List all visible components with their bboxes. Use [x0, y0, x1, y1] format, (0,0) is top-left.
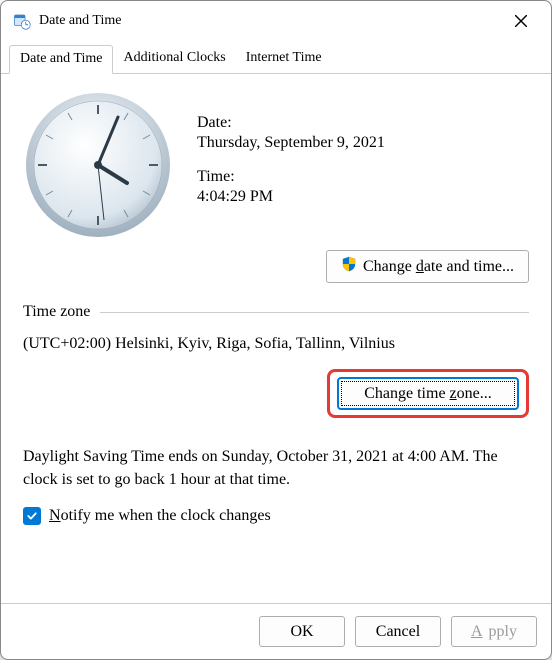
close-button[interactable] — [499, 6, 543, 36]
datetime-app-icon — [13, 12, 31, 30]
date-value: Thursday, September 9, 2021 — [197, 134, 529, 152]
date-label: Date: — [197, 114, 529, 132]
dialog-footer: OK Cancel Apply — [1, 603, 551, 659]
analog-clock — [23, 90, 173, 240]
change-timezone-button[interactable]: Change time zone... — [338, 378, 518, 409]
dst-message: Daylight Saving Time ends on Sunday, Oct… — [23, 446, 529, 491]
shield-icon — [341, 256, 357, 277]
tab-date-and-time[interactable]: Date and Time — [9, 45, 113, 74]
annotation-highlight: Change time zone... — [327, 369, 529, 418]
cancel-button[interactable]: Cancel — [355, 616, 441, 647]
date-and-time-dialog: Date and Time Date and Time Additional C… — [0, 0, 552, 660]
titlebar: Date and Time — [1, 1, 551, 41]
notify-checkbox[interactable] — [23, 507, 41, 525]
close-icon — [515, 15, 527, 27]
window-title: Date and Time — [39, 13, 499, 29]
change-date-time-label: Change date and time... — [363, 257, 514, 276]
timezone-value: (UTC+02:00) Helsinki, Kyiv, Riga, Sofia,… — [23, 335, 529, 353]
change-timezone-label: Change time zone... — [364, 384, 492, 403]
notify-label[interactable]: Notify me when the clock changes — [49, 507, 271, 525]
tab-strip: Date and Time Additional Clocks Internet… — [1, 41, 551, 74]
tab-internet-time[interactable]: Internet Time — [236, 45, 332, 73]
apply-button[interactable]: Apply — [451, 616, 537, 647]
change-date-time-button[interactable]: Change date and time... — [326, 250, 529, 283]
divider — [100, 312, 529, 313]
timezone-group-label: Time zone — [23, 303, 90, 321]
time-label: Time: — [197, 168, 529, 186]
tab-panel-date-and-time: Date: Thursday, September 9, 2021 Time: … — [1, 74, 551, 603]
tab-additional-clocks[interactable]: Additional Clocks — [113, 45, 235, 73]
datetime-readout: Date: Thursday, September 9, 2021 Time: … — [197, 90, 529, 222]
check-icon — [26, 510, 38, 522]
ok-button[interactable]: OK — [259, 616, 345, 647]
time-value: 4:04:29 PM — [197, 188, 529, 206]
